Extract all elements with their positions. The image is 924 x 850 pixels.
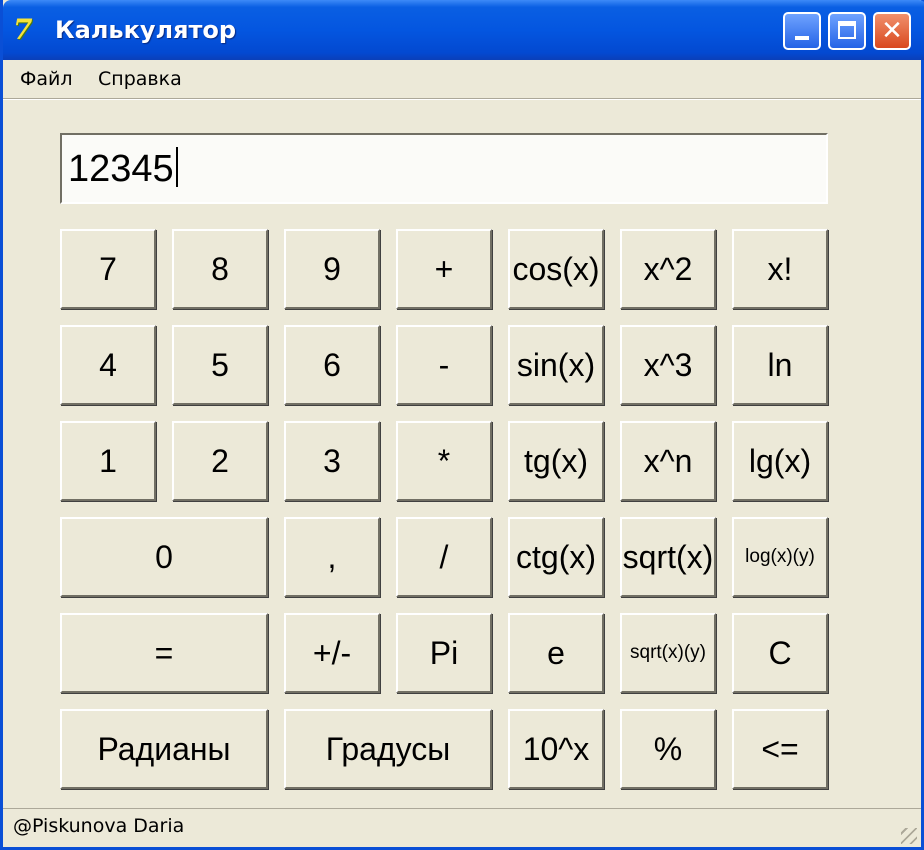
menu-separator: [3, 98, 921, 100]
button-log-xy[interactable]: log(x)(y): [732, 517, 828, 597]
button-cos[interactable]: cos(x): [508, 229, 604, 309]
button-square[interactable]: x^2: [620, 229, 716, 309]
button-sqrt[interactable]: sqrt(x): [620, 517, 716, 597]
button-plus[interactable]: +: [396, 229, 492, 309]
button-minus[interactable]: -: [396, 325, 492, 405]
minimize-button[interactable]: [783, 12, 821, 50]
button-ctg[interactable]: ctg(x): [508, 517, 604, 597]
minimize-icon: [795, 36, 809, 40]
button-6[interactable]: 6: [284, 325, 380, 405]
title-bar[interactable]: 7 Калькулятор ✕: [3, 0, 924, 60]
button-tg[interactable]: tg(x): [508, 421, 604, 501]
close-icon: ✕: [881, 16, 903, 46]
button-8[interactable]: 8: [172, 229, 268, 309]
button-factorial[interactable]: x!: [732, 229, 828, 309]
button-sin[interactable]: sin(x): [508, 325, 604, 405]
button-ten-power[interactable]: 10^x: [508, 709, 604, 789]
menu-file[interactable]: Файл: [20, 68, 73, 90]
button-percent[interactable]: %: [620, 709, 716, 789]
button-7[interactable]: 7: [60, 229, 156, 309]
button-plus-minus[interactable]: +/-: [284, 613, 380, 693]
text-caret: [175, 147, 178, 187]
button-cube[interactable]: x^3: [620, 325, 716, 405]
resize-grip-icon[interactable]: [901, 828, 917, 844]
button-comma[interactable]: ,: [284, 517, 380, 597]
button-pi[interactable]: Pi: [396, 613, 492, 693]
maximize-button[interactable]: [828, 12, 866, 50]
menu-help[interactable]: Справка: [98, 68, 182, 90]
button-lg[interactable]: lg(x): [732, 421, 828, 501]
button-equals[interactable]: =: [60, 613, 268, 693]
button-radians[interactable]: Радианы: [60, 709, 268, 789]
button-divide[interactable]: /: [396, 517, 492, 597]
calculator-window: 7 Калькулятор ✕ Файл Справка 12345 7 8 9…: [0, 0, 924, 850]
button-power-n[interactable]: x^n: [620, 421, 716, 501]
button-3[interactable]: 3: [284, 421, 380, 501]
button-multiply[interactable]: *: [396, 421, 492, 501]
maximize-icon: [838, 21, 856, 39]
menu-bar: Файл Справка: [3, 60, 921, 98]
app-icon: 7: [13, 13, 33, 46]
status-text: @Piskunova Daria: [13, 815, 185, 837]
button-root-xy[interactable]: sqrt(x)(y): [620, 613, 716, 693]
status-bar: @Piskunova Daria: [3, 808, 921, 848]
button-0[interactable]: 0: [60, 517, 268, 597]
button-backspace[interactable]: <=: [732, 709, 828, 789]
button-degrees[interactable]: Градусы: [284, 709, 492, 789]
button-ln[interactable]: ln: [732, 325, 828, 405]
button-5[interactable]: 5: [172, 325, 268, 405]
button-9[interactable]: 9: [284, 229, 380, 309]
window-title: Калькулятор: [55, 16, 237, 44]
button-1[interactable]: 1: [60, 421, 156, 501]
display-value: 12345: [68, 148, 174, 190]
button-clear[interactable]: C: [732, 613, 828, 693]
close-button[interactable]: ✕: [873, 12, 911, 50]
button-4[interactable]: 4: [60, 325, 156, 405]
button-e[interactable]: e: [508, 613, 604, 693]
button-2[interactable]: 2: [172, 421, 268, 501]
display-field[interactable]: 12345: [60, 133, 828, 204]
